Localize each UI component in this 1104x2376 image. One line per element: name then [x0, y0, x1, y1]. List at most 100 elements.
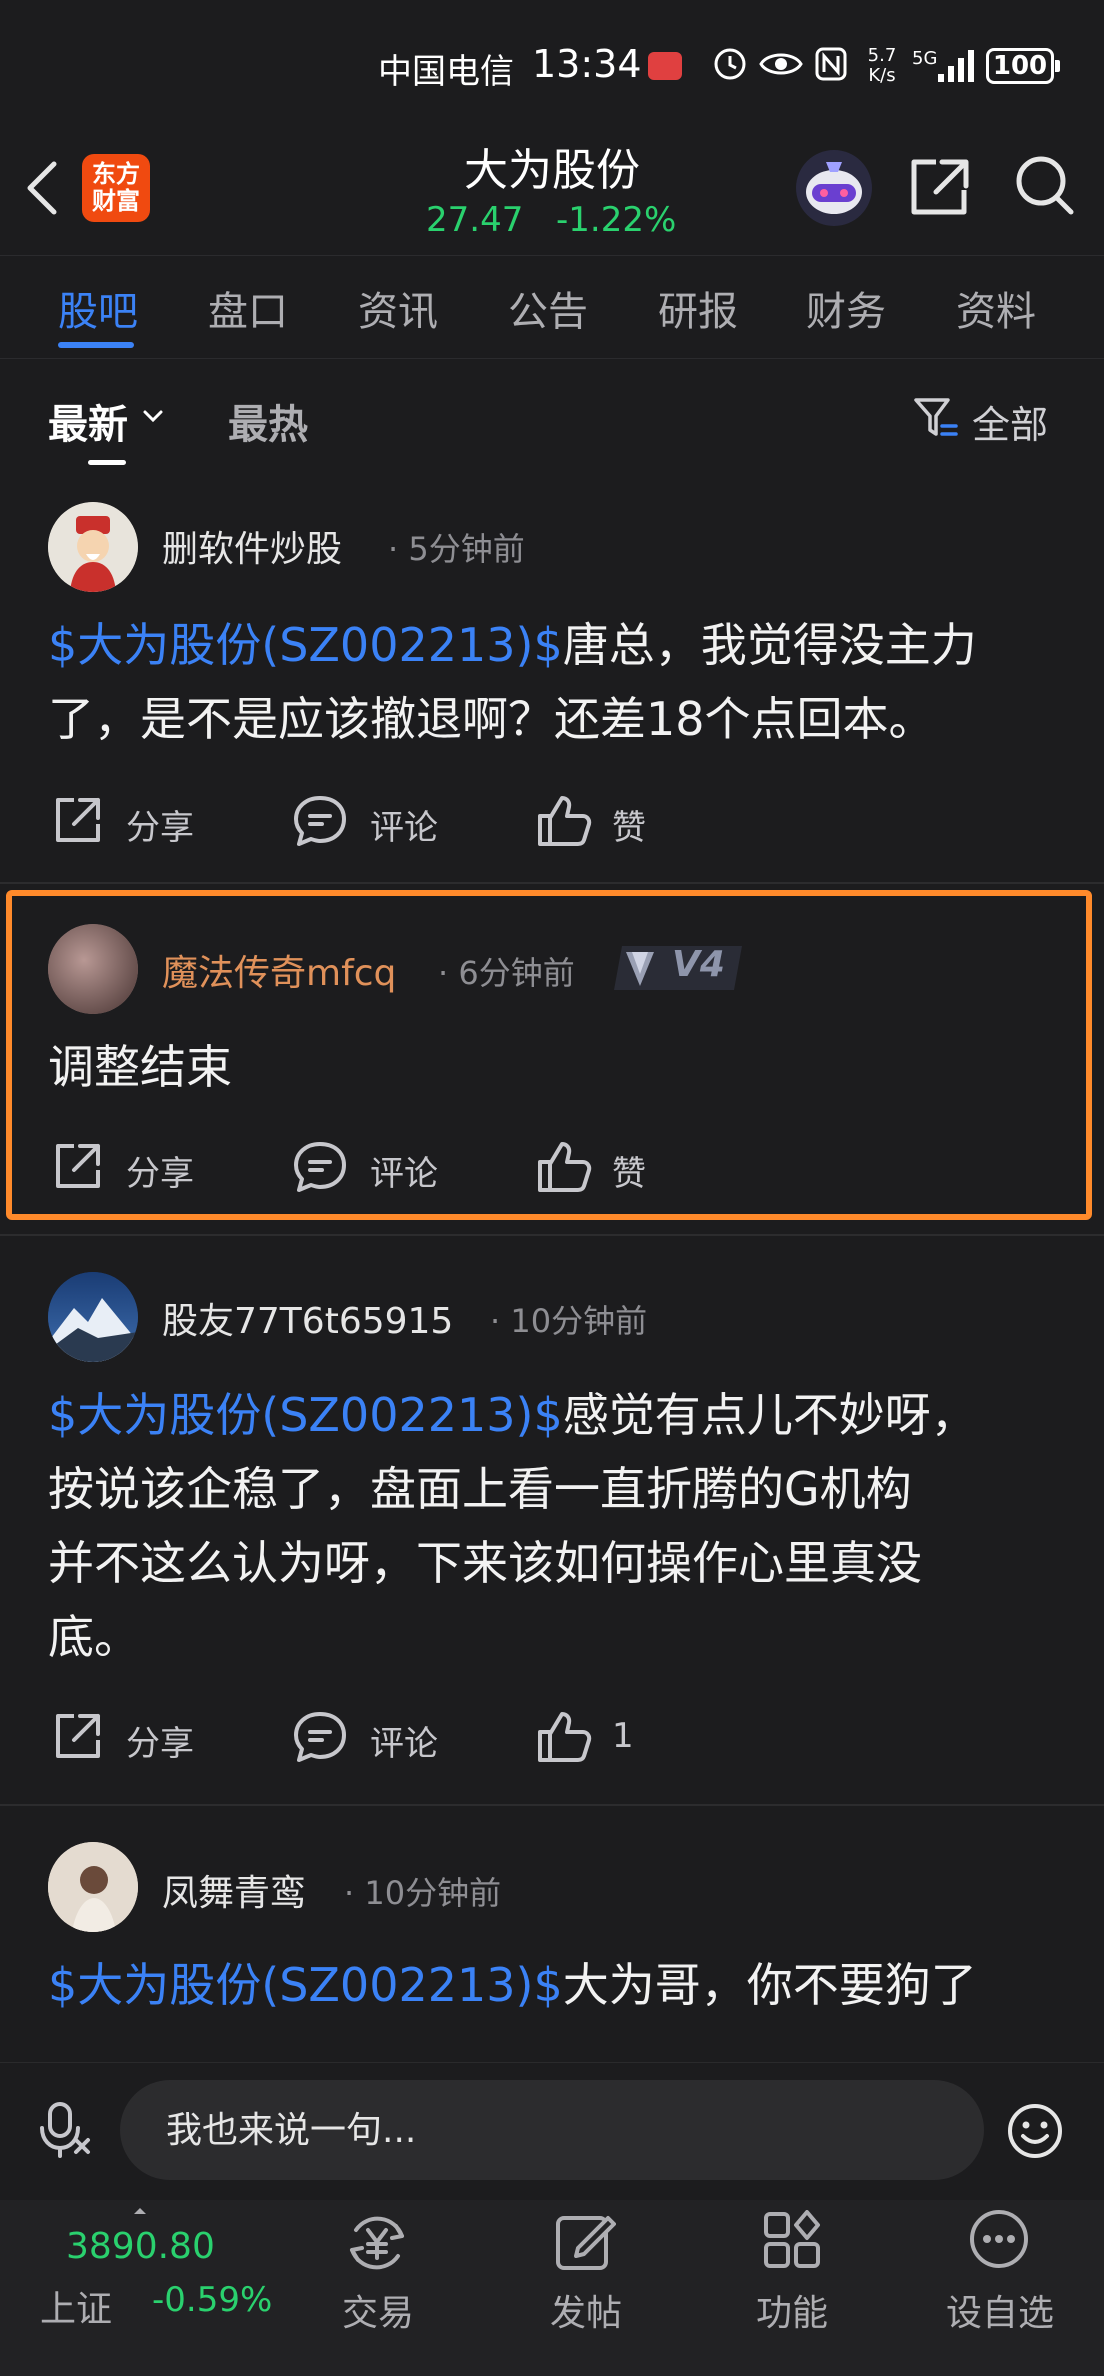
sort-hot[interactable]: 最热 [228, 392, 308, 450]
username[interactable]: 魔法传奇mfcq [162, 944, 396, 996]
like-button[interactable]: 赞 [612, 800, 646, 849]
back-arrow-icon[interactable] [22, 160, 62, 216]
textured-avatar-image [48, 924, 138, 1014]
comment-icon[interactable] [292, 1140, 348, 1194]
stock-tag[interactable]: $大为股份(SZ002213)$ [48, 1388, 563, 1442]
post-divider [0, 882, 1104, 884]
post-text: 了，是不是应该撤退啊？还差18个点回本。 [48, 692, 935, 746]
emoji-icon[interactable] [1006, 2102, 1064, 2160]
share-icon[interactable] [50, 794, 104, 848]
nav-add-watchlist[interactable]: 设自选 [940, 2284, 1060, 2336]
post-time: · 5分钟前 [388, 530, 525, 568]
avatar[interactable] [48, 1272, 138, 1362]
comment-input[interactable] [120, 2080, 984, 2180]
stock-tag[interactable]: $大为股份(SZ002213)$ [48, 618, 563, 672]
functions-icon[interactable] [762, 2210, 822, 2270]
post-content[interactable]: $大为股份(SZ002213)$唐总，我觉得没主力了，是不是应该撤退啊？还差18… [48, 608, 1058, 756]
username[interactable]: 股友77T6t65915 [162, 1292, 453, 1344]
like-button[interactable]: 赞 [612, 1146, 646, 1195]
like-icon[interactable] [536, 792, 592, 848]
stock-change: -1.22% [556, 200, 677, 240]
post-compose-icon[interactable] [554, 2208, 616, 2272]
post-content[interactable]: $大为股份(SZ002213)$大为哥，你不要狗了 [48, 1948, 1058, 2022]
share-icon[interactable] [50, 1710, 104, 1764]
post-time: · 10分钟前 [490, 1302, 648, 1340]
more-icon[interactable] [968, 2208, 1030, 2270]
trade-icon[interactable] [344, 2212, 410, 2274]
caishen-avatar-image [48, 502, 138, 592]
post-content[interactable]: $大为股份(SZ002213)$感觉有点儿不妙呀， 按说该企稳了，盘面上看一直折腾… [48, 1378, 1058, 1674]
tab-research[interactable]: 研报 [658, 279, 738, 337]
comment-icon[interactable] [292, 1710, 348, 1764]
stock-price: 27.47 [426, 200, 524, 240]
clock: 13:34 [532, 42, 642, 86]
share-button[interactable]: 分享 [126, 1716, 194, 1765]
battery-tip [1055, 60, 1060, 72]
nfc-icon [815, 47, 847, 81]
alarm-icon [714, 48, 746, 80]
battery-indicator: 100 [986, 48, 1054, 84]
comment-button[interactable]: 评论 [370, 1146, 438, 1195]
post-text: 按说该企稳了，盘面上看一直折腾的G机构 [48, 1462, 912, 1516]
comment-icon[interactable] [292, 794, 348, 848]
avatar[interactable] [48, 1842, 138, 1932]
avatar[interactable] [48, 502, 138, 592]
post-content[interactable]: 调整结束 [48, 1030, 1058, 1104]
post-text: 唐总，我觉得没主力 [562, 618, 977, 672]
portrait-avatar-image [48, 1842, 138, 1932]
post-time: · 6分钟前 [438, 954, 575, 992]
tab-announcements[interactable]: 公告 [508, 279, 588, 337]
post-time: · 10分钟前 [344, 1874, 502, 1912]
tab-profile[interactable]: 资料 [956, 279, 1036, 337]
filter-label[interactable]: 全部 [972, 394, 1048, 449]
post-text: 底。 [48, 1610, 140, 1664]
voice-input-icon[interactable] [38, 2100, 94, 2160]
stock-tag[interactable]: $大为股份(SZ002213)$ [48, 1958, 563, 2012]
username[interactable]: 删软件炒股 [162, 520, 342, 572]
carrier-label: 中国电信 [378, 52, 514, 92]
post-text: 并不这么认为呀，下来该如何操作心里真没 [48, 1536, 922, 1590]
nav-post[interactable]: 发帖 [526, 2284, 646, 2336]
tab-pankou[interactable]: 盘口 [208, 279, 288, 337]
chevron-down-icon[interactable] [142, 408, 164, 424]
filter-icon[interactable] [912, 394, 960, 442]
index-change[interactable]: -0.59% [152, 2280, 272, 2320]
username[interactable]: 凤舞青鸾 [162, 1864, 306, 1916]
sort-indicator [88, 460, 126, 465]
comment-button[interactable]: 评论 [370, 1716, 438, 1765]
robot-assistant-icon[interactable] [794, 148, 874, 228]
share-icon[interactable] [50, 1140, 104, 1194]
search-icon[interactable] [1014, 154, 1076, 218]
share-button[interactable]: 分享 [126, 1146, 194, 1195]
active-tab-indicator [58, 342, 134, 348]
post-divider [0, 1234, 1104, 1236]
caret-up-icon [134, 2208, 146, 2214]
sort-latest[interactable]: 最新 [48, 392, 128, 450]
share-button[interactable]: 分享 [126, 800, 194, 849]
huawei-notification-icon [648, 52, 682, 80]
signal-icon [938, 50, 974, 82]
index-name[interactable]: 上证 [40, 2280, 112, 2332]
post-text: 大为哥，你不要狗了 [562, 1958, 977, 2012]
network-type: 5G [912, 48, 938, 69]
index-value[interactable]: 3890.80 [66, 2226, 215, 2267]
net-speed: 5.7 K/s [867, 45, 897, 86]
like-count[interactable]: 1 [612, 1716, 634, 1756]
share-page-icon[interactable] [908, 156, 972, 218]
level-badge: V4 [672, 944, 725, 985]
tab-guba[interactable]: 股吧 [58, 279, 138, 337]
eye-icon [759, 53, 803, 75]
mountain-avatar-image [48, 1272, 138, 1362]
nav-trade[interactable]: 交易 [318, 2284, 438, 2336]
comment-button[interactable]: 评论 [370, 800, 438, 849]
nav-functions[interactable]: 功能 [732, 2284, 852, 2336]
avatar[interactable] [48, 924, 138, 1014]
post-text: 感觉有点儿不妙呀， [562, 1388, 977, 1442]
app-logo[interactable]: 东方 财富 [82, 154, 150, 222]
post-divider [0, 1804, 1104, 1806]
tab-finance[interactable]: 财务 [806, 279, 886, 337]
like-icon[interactable] [536, 1138, 592, 1194]
like-icon[interactable] [536, 1708, 592, 1764]
stock-name: 大为股份 [464, 145, 640, 196]
tab-news[interactable]: 资讯 [358, 279, 438, 337]
